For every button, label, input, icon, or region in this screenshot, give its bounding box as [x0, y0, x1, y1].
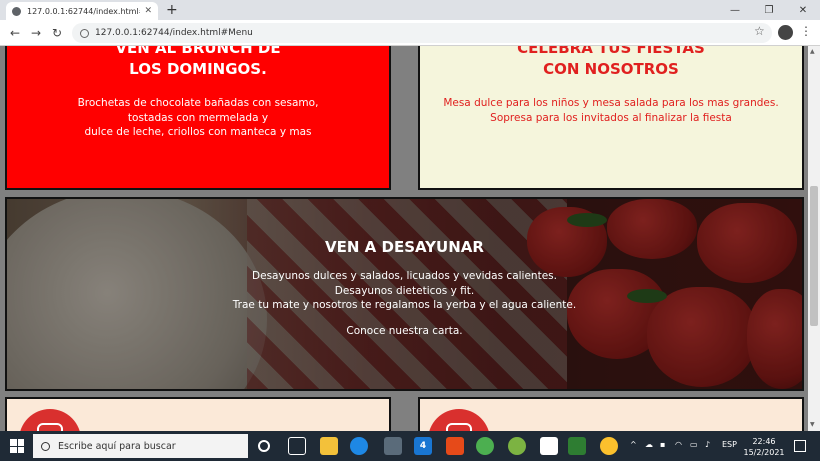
- carta-link[interactable]: Conoce nuestra carta.: [7, 325, 802, 337]
- fiestas-description: Mesa dulce para los niños y mesa salada …: [420, 96, 802, 125]
- back-button[interactable]: ←: [6, 24, 24, 42]
- notifications-icon[interactable]: [794, 440, 806, 452]
- address-bar[interactable]: 127.0.0.1:62744/index.html#Menu: [72, 23, 772, 43]
- brunch-card: VEN AL BRUNCH DE LOS DOMINGOS. Brochetas…: [5, 46, 391, 190]
- close-window-button[interactable]: ✕: [786, 0, 820, 20]
- hero-line2: Desayunos dieteticos y fit.: [334, 284, 475, 297]
- brunch-title-line2: LOS DOMINGOS.: [129, 60, 267, 78]
- reload-button[interactable]: ↻: [48, 24, 66, 42]
- brunch-text-line2: tostadas con mermelada y: [127, 111, 269, 124]
- browser-tab[interactable]: 127.0.0.1:62744/index.html#Menu ✕: [6, 2, 158, 20]
- card-circle-icon: [19, 409, 81, 431]
- clock-time: 22:46: [752, 437, 776, 446]
- card-emblem-icon: [37, 423, 63, 431]
- desayuno-hero: VEN A DESAYUNAR Desayunos dulces y salad…: [5, 197, 804, 391]
- cortana-icon[interactable]: [258, 440, 270, 452]
- app-icon[interactable]: [540, 437, 558, 455]
- tray-expand-icon[interactable]: ^: [630, 440, 637, 449]
- taskbar-search[interactable]: Escribe aquí para buscar: [33, 434, 248, 458]
- card-emblem-icon: [446, 423, 472, 431]
- hero-content: VEN A DESAYUNAR Desayunos dulces y salad…: [7, 237, 802, 337]
- fiestas-text-line1: Mesa dulce para los niños y mesa salada …: [443, 97, 779, 109]
- onedrive-icon[interactable]: ☁: [645, 440, 653, 449]
- hero-title: VEN A DESAYUNAR: [325, 238, 484, 256]
- language-indicator[interactable]: ESP: [722, 440, 737, 449]
- brunch-title: VEN AL BRUNCH DE LOS DOMINGOS.: [7, 46, 389, 80]
- page-scrollbar[interactable]: ▲ ▼: [808, 46, 820, 431]
- globe-icon: [12, 6, 21, 16]
- browser-toolbar: ← → ↻ 127.0.0.1:62744/index.html#Menu ☆ …: [0, 20, 820, 46]
- mail-badge: 4: [419, 441, 427, 451]
- edge-icon[interactable]: [350, 437, 368, 455]
- chrome-icon[interactable]: [600, 437, 618, 455]
- fiestas-title-line2: CON NOSOTROS: [543, 60, 679, 78]
- browser-tab-bar: 127.0.0.1:62744/index.html#Menu ✕ + — ❐ …: [0, 0, 820, 20]
- profile-avatar-icon[interactable]: [778, 25, 793, 40]
- app-icon[interactable]: [568, 437, 586, 455]
- fiestas-card: CELEBRA TUS FIESTAS CON NOSOTROS Mesa du…: [418, 46, 804, 190]
- forward-button[interactable]: →: [27, 24, 45, 42]
- windows-taskbar: Escribe aquí para buscar 4 ^ ☁ ▪ ◠ ▭ ♪ E…: [0, 431, 820, 461]
- fiestas-title-line1: CELEBRA TUS FIESTAS: [517, 46, 705, 57]
- new-tab-button[interactable]: +: [166, 2, 178, 18]
- hero-line3: Trae tu mate y nosotros te regalamos la …: [232, 299, 577, 311]
- qgis-icon[interactable]: [508, 437, 526, 455]
- info-card-left: [5, 397, 391, 431]
- mail-icon[interactable]: 4: [414, 437, 432, 455]
- hero-line1: Desayunos dulces y salados, licuados y v…: [252, 270, 557, 282]
- search-icon: [41, 441, 50, 451]
- battery-icon[interactable]: ▭: [690, 440, 698, 449]
- taskbar-search-placeholder: Escribe aquí para buscar: [58, 440, 176, 452]
- minimize-button[interactable]: —: [718, 0, 752, 20]
- task-view-icon[interactable]: [288, 437, 306, 455]
- bookmark-star-icon[interactable]: ☆: [754, 24, 765, 38]
- tab-close-icon[interactable]: ✕: [144, 6, 152, 16]
- brunch-text-line1: Brochetas de chocolate bañadas con sesam…: [77, 97, 319, 109]
- fiestas-title: CELEBRA TUS FIESTAS CON NOSOTROS: [420, 46, 802, 80]
- info-card-right: [418, 397, 804, 431]
- fiestas-text-line2: Sopresa para los invitados al finalizar …: [490, 111, 732, 124]
- chrome-icon[interactable]: [476, 437, 494, 455]
- scroll-down-arrow-icon[interactable]: ▼: [810, 421, 815, 428]
- network-icon[interactable]: ▪: [660, 440, 665, 449]
- brunch-text-line3: dulce de leche, criollos con manteca y m…: [84, 126, 312, 138]
- card-circle-icon: [428, 409, 490, 431]
- office-icon[interactable]: [446, 437, 464, 455]
- hero-description: Desayunos dulces y salados, licuados y v…: [7, 269, 802, 313]
- brunch-title-line1: VEN AL BRUNCH DE: [115, 46, 281, 57]
- restore-button[interactable]: ❐: [752, 0, 786, 20]
- volume-icon[interactable]: ♪: [705, 440, 710, 449]
- browser-menu-icon[interactable]: ⋮: [800, 24, 812, 38]
- taskbar-clock[interactable]: 22:46 15/2/2021: [742, 436, 786, 458]
- brunch-description: Brochetas de chocolate bañadas con sesam…: [7, 96, 389, 140]
- scroll-up-arrow-icon[interactable]: ▲: [810, 48, 815, 55]
- wifi-icon[interactable]: ◠: [675, 440, 682, 449]
- clock-date: 15/2/2021: [743, 448, 785, 457]
- file-explorer-icon[interactable]: [320, 437, 338, 455]
- tab-title: 127.0.0.1:62744/index.html#Menu: [27, 6, 140, 16]
- scrollbar-thumb[interactable]: [810, 186, 818, 326]
- address-url: 127.0.0.1:62744/index.html#Menu: [95, 28, 253, 38]
- page-viewport: VEN AL BRUNCH DE LOS DOMINGOS. Brochetas…: [0, 46, 808, 431]
- windows-start-icon[interactable]: [10, 439, 24, 453]
- store-icon[interactable]: [384, 437, 402, 455]
- info-icon[interactable]: [80, 28, 89, 38]
